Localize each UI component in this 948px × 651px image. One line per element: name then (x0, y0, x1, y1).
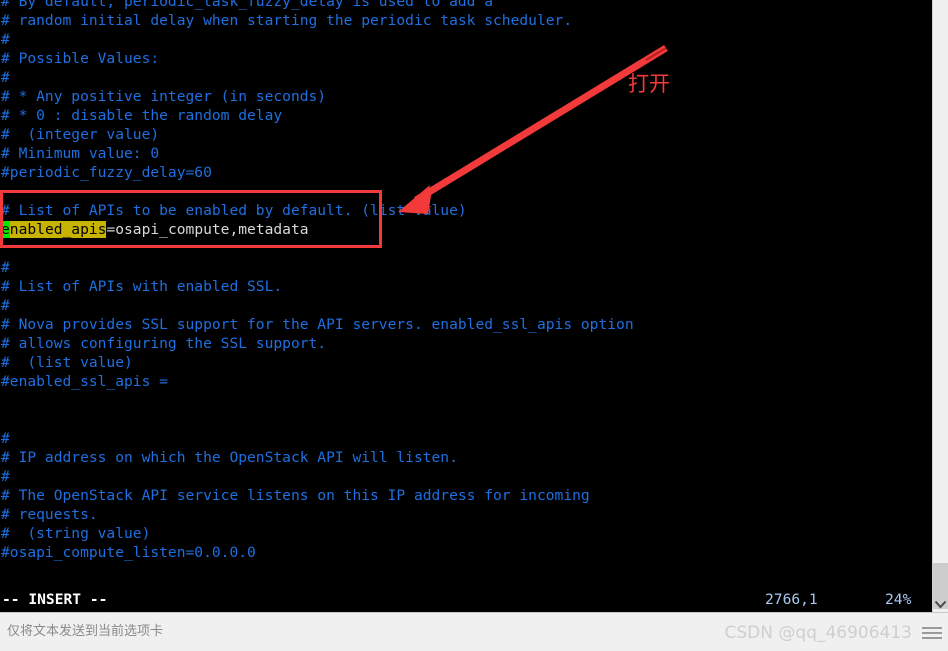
code-line: # * 0 : disable the random delay (1, 107, 283, 124)
vim-text-buffer[interactable]: # By default, periodic_task_fuzzy_delay … (0, 0, 932, 612)
code-line: # (1, 31, 10, 48)
code-line: # allows configuring the SSL support. (1, 335, 327, 352)
code-line-active: enabled_apis=osapi_compute,metadata (0, 220, 932, 239)
vim-file-percent: 24% (885, 591, 912, 608)
code-line: # (list value) (1, 354, 133, 371)
code-line: # random initial delay when starting the… (1, 12, 573, 29)
code-line: # (1, 69, 10, 86)
vim-status-line: -- INSERT -- 2766,1 24% (0, 588, 932, 612)
screen-root: # By default, periodic_task_fuzzy_delay … (0, 0, 948, 651)
config-value-text: =osapi_compute,metadata (106, 221, 309, 238)
send-text-hint: 仅将文本发送到当前选项卡 (7, 624, 164, 639)
bottom-status-bar: 仅将文本发送到当前选项卡 CSDN @qq_46906413 (0, 612, 948, 651)
search-match-highlight: nabled_apis (9, 221, 107, 238)
code-line-partial: # By default, periodic_task_fuzzy_delay … (1, 0, 494, 10)
text-cursor: e (1, 221, 10, 238)
code-line: # Possible Values: (1, 50, 160, 67)
hamburger-menu-icon[interactable] (922, 627, 942, 641)
code-line: # (string value) (1, 525, 151, 542)
chevron-down-icon[interactable] (932, 596, 948, 612)
code-line: #enabled_ssl_apis = (1, 373, 168, 390)
code-line: # (1, 468, 10, 485)
code-line: #osapi_compute_listen=0.0.0.0 (1, 544, 256, 561)
code-line: # List of APIs with enabled SSL. (1, 278, 283, 295)
code-line: # IP address on which the OpenStack API … (1, 449, 458, 466)
code-line: # (integer value) (1, 126, 160, 143)
code-line: # (1, 259, 10, 276)
csdn-watermark: CSDN @qq_46906413 (724, 623, 912, 643)
code-line: # requests. (1, 506, 98, 523)
vim-mode-indicator: -- INSERT -- (2, 591, 108, 608)
code-line: # * Any positive integer (in seconds) (1, 88, 327, 105)
code-line: # Nova provides SSL support for the API … (1, 316, 634, 333)
vim-cursor-position: 2766,1 (765, 591, 818, 608)
code-line: # Minimum value: 0 (1, 145, 160, 162)
code-line: # (1, 297, 10, 314)
terminal-window[interactable]: # By default, periodic_task_fuzzy_delay … (0, 0, 932, 612)
code-line: # List of APIs to be enabled by default.… (1, 202, 467, 219)
code-line: # The OpenStack API service listens on t… (1, 487, 590, 504)
code-line: #periodic_fuzzy_delay=60 (1, 164, 212, 181)
code-line: # (1, 430, 10, 447)
vertical-scrollbar-track[interactable] (932, 0, 948, 612)
